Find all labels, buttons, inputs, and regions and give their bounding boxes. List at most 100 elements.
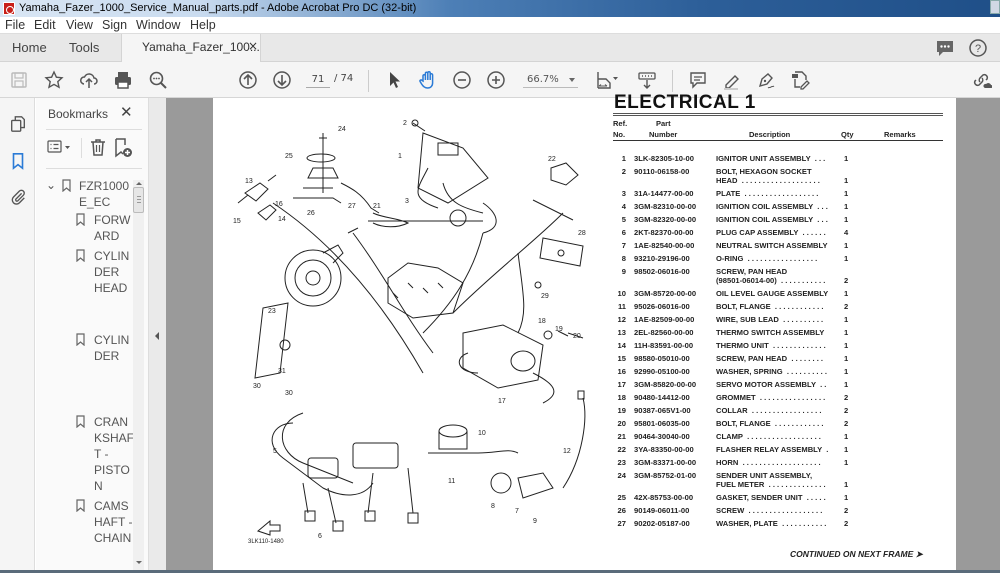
close-bookmarks-button[interactable]: ✕	[120, 103, 133, 121]
page-fit-button[interactable]	[593, 68, 623, 92]
part-qty: 1	[844, 493, 849, 502]
minimize-button[interactable]	[990, 0, 1000, 14]
select-tool-button[interactable]	[382, 68, 406, 92]
window-title-bar: Yamaha_Fazer_1000_Service_Manual_parts.p…	[0, 0, 1000, 17]
document-viewer[interactable]: 24 2 25 1 27 26 3 22 28 29 21 13 16 15 1…	[166, 92, 1000, 573]
edit-pdf-button[interactable]	[788, 68, 812, 92]
bookmark-item[interactable]: CRAN KSHAF T - PISTO N	[76, 414, 134, 494]
bookmarks-scrollbar[interactable]	[133, 180, 144, 570]
hand-tool-button[interactable]	[416, 68, 440, 92]
comment-button[interactable]	[686, 68, 710, 92]
scroll-down-arrow-icon[interactable]	[136, 561, 142, 564]
callout: 11	[448, 478, 455, 485]
zoom-level-select[interactable]: 66.7%	[523, 72, 578, 88]
part-number: 98580-05010-00	[634, 354, 690, 363]
part-qty: 1	[844, 432, 849, 441]
part-description: PLATE . . . . . . . . . . . . . . . . . …	[716, 189, 819, 198]
cloud-upload-icon	[80, 73, 98, 88]
part-ref: 25	[617, 493, 626, 502]
next-page-button[interactable]	[270, 68, 294, 92]
menu-window[interactable]: Window	[136, 18, 180, 32]
part-description: IGNITION COIL ASSEMBLY . . .	[716, 202, 828, 211]
edit-document-icon	[792, 71, 810, 90]
bookmark-label: FORW ARD	[94, 213, 131, 243]
collapse-panel-handle[interactable]	[148, 98, 166, 573]
part-qty: 2	[844, 519, 849, 528]
header-remarks: Remarks	[884, 130, 916, 139]
part-ref: 2	[621, 167, 626, 176]
print-button[interactable]	[111, 68, 135, 92]
bookmarks-panel-button[interactable]	[7, 150, 29, 172]
highlight-button[interactable]	[720, 68, 744, 92]
menu-edit[interactable]: Edit	[34, 18, 56, 32]
parts-table-row: 22 3YA-83350-00-00 FLASHER RELAY ASSEMBLY …	[613, 445, 943, 454]
help-button[interactable]: ?	[966, 36, 990, 60]
bookmark-item[interactable]: CAMS HAFT - CHAIN	[76, 498, 132, 546]
part-description: SCREW, PAN HEAD . . . . . . . .	[716, 354, 824, 363]
header-description: Description	[749, 130, 791, 139]
attachments-button[interactable]	[7, 186, 29, 208]
bookmark-item[interactable]: CYLIN DER	[76, 332, 129, 364]
callout: 3	[405, 198, 409, 205]
tab-document-label: Yamaha_Fazer_100...	[142, 40, 260, 54]
zoom-in-button[interactable]	[484, 68, 508, 92]
part-number: 1AE-82540-00-00	[634, 241, 695, 250]
callout: 20	[573, 333, 581, 340]
part-ref: 3	[621, 189, 626, 198]
callout: 10	[478, 430, 486, 437]
list-options-icon	[47, 140, 70, 153]
bookmark-flag-icon	[76, 499, 85, 512]
part-qty: 1	[844, 289, 849, 298]
bookmark-star-button[interactable]	[42, 68, 66, 92]
previous-page-button[interactable]	[236, 68, 260, 92]
bookmark-item[interactable]: FORW ARD	[76, 212, 131, 244]
bookmark-item[interactable]: CYLIN DER HEAD	[76, 248, 129, 296]
close-tab-button[interactable]: ×	[248, 39, 258, 53]
bookmark-flag-icon	[76, 333, 85, 346]
callout: 31	[278, 368, 286, 375]
callout: 17	[498, 398, 506, 405]
parts-table-row: 23 3GM-83371-00-00 HORN . . . . . . . . . …	[613, 458, 943, 467]
new-bookmark-button[interactable]	[112, 137, 134, 159]
menu-view[interactable]: View	[66, 18, 93, 32]
header-part-number: Number	[649, 130, 678, 139]
part-qty: 1	[844, 480, 849, 489]
part-description: FLASHER RELAY ASSEMBLY .	[716, 445, 829, 454]
menu-file[interactable]: File	[5, 18, 25, 32]
callout: 15	[233, 218, 241, 225]
part-ref: 21	[617, 432, 626, 441]
page-number-input[interactable]: 71	[306, 72, 330, 88]
callout: 22	[548, 156, 556, 163]
search-zoom-button[interactable]	[146, 68, 170, 92]
tab-home[interactable]: Home	[12, 34, 47, 62]
tab-document[interactable]: Yamaha_Fazer_100... ×	[121, 34, 261, 63]
zoom-out-button[interactable]	[450, 68, 474, 92]
part-ref: 20	[617, 419, 626, 428]
part-ref: 14	[617, 341, 626, 350]
paperclip-icon	[11, 189, 25, 205]
page-thumbnails-button[interactable]	[7, 113, 29, 135]
part-number: 90480-14412-00	[634, 393, 690, 402]
upload-cloud-button[interactable]	[77, 68, 101, 92]
part-qty: 1	[844, 241, 849, 250]
comment-chat-button[interactable]	[933, 36, 957, 60]
scrolling-mode-button[interactable]	[635, 68, 659, 92]
bookmark-options-button[interactable]	[46, 138, 74, 156]
parts-table-row: 2 90110-06158-00 BOLT, HEXAGON SOCKET HEAD…	[613, 167, 943, 185]
share-link-button[interactable]	[970, 68, 994, 92]
part-ref: 6	[621, 228, 626, 237]
delete-bookmark-button[interactable]	[88, 137, 108, 157]
bookmarks-scroll-thumb[interactable]	[133, 187, 144, 213]
sign-button[interactable]	[754, 68, 778, 92]
tab-tools[interactable]: Tools	[69, 34, 99, 62]
part-qty: 2	[844, 406, 849, 415]
header-ref-no: No.	[613, 130, 626, 139]
part-number: 2EL-82560-00-00	[634, 328, 694, 337]
scroll-up-arrow-icon[interactable]	[136, 182, 142, 185]
callout: 26	[307, 210, 315, 217]
save-button[interactable]	[7, 68, 31, 92]
menu-sign[interactable]: Sign	[102, 18, 127, 32]
part-description: CLAMP . . . . . . . . . . . . . . . . . …	[716, 432, 821, 441]
menu-help[interactable]: Help	[190, 18, 216, 32]
chevron-down-icon[interactable]: ⌄	[46, 178, 56, 192]
